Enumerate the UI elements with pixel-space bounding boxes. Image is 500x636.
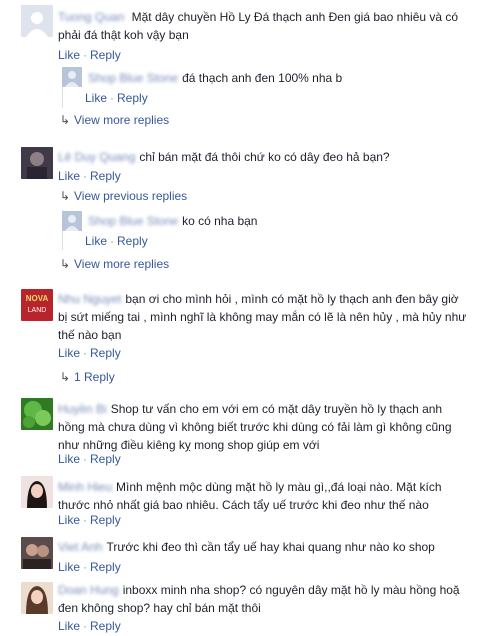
- view-previous-replies[interactable]: ↳ View previous replies: [60, 188, 187, 204]
- reply-link[interactable]: Reply: [90, 346, 121, 360]
- default-avatar-icon: [21, 5, 53, 37]
- reply-author[interactable]: Shop Blue Stone: [88, 71, 178, 85]
- comment-actions: Like · Reply: [58, 452, 121, 466]
- reply-arrow-icon: ↳: [60, 113, 71, 127]
- comment: Lê Duy Quang chỉ bán mặt đá thôi chứ ko c…: [0, 140, 500, 280]
- comment-actions: Like · Reply: [58, 513, 121, 527]
- user-photo-icon: [21, 476, 53, 508]
- avatar[interactable]: [62, 67, 82, 87]
- comment: Minh Hieu Mình mệnh mộc dùng mặt hồ ly mà…: [0, 470, 500, 530]
- land-logo: LAND: [27, 307, 47, 314]
- comment-author[interactable]: Viet Anh: [58, 540, 102, 554]
- comment: Tuong Quan Mặt dây chuyền Hồ Ly Đá thạch…: [0, 0, 500, 140]
- like-link[interactable]: Like: [58, 619, 80, 633]
- like-link[interactable]: Like: [85, 234, 107, 248]
- like-link[interactable]: Like: [58, 169, 80, 183]
- reply-author[interactable]: Shop Blue Stone: [88, 214, 178, 228]
- comment-actions: Like · Reply: [58, 619, 121, 633]
- avatar[interactable]: [21, 398, 53, 430]
- comment-text: Huyền Bi Shop tư vấn cho em với em có mặt…: [58, 402, 452, 452]
- avatar[interactable]: [21, 476, 53, 508]
- reply-arrow-icon: ↳: [60, 370, 71, 384]
- shop-avatar-icon: [62, 67, 82, 87]
- reply-text: Shop Blue Stone ko có nha bạn: [88, 214, 258, 228]
- comment-author[interactable]: Minh Hieu: [58, 480, 112, 494]
- shop-avatar-icon: [62, 211, 82, 231]
- avatar[interactable]: [21, 147, 53, 179]
- comment: Doan Hung inboxx minh nha shop? có nguyên…: [0, 576, 500, 636]
- reply-arrow-icon: ↳: [60, 257, 71, 271]
- like-link[interactable]: Like: [58, 452, 80, 466]
- reply-link[interactable]: Reply: [90, 48, 121, 62]
- like-link[interactable]: Like: [58, 560, 80, 574]
- reply-link[interactable]: Reply: [117, 234, 148, 248]
- like-link[interactable]: Like: [85, 91, 107, 105]
- comment-text: Lê Duy Quang chỉ bán mặt đá thôi chứ ko c…: [58, 150, 390, 164]
- avatar[interactable]: [21, 582, 53, 614]
- comment-text: Nhu Nguyet bạn ơi cho mình hỏi , mình có …: [58, 292, 467, 342]
- comment-text: Tuong Quan Mặt dây chuyền Hồ Ly Đá thạch…: [58, 10, 459, 42]
- reply-actions: Like · Reply: [85, 234, 148, 248]
- reply-arrow-icon: ↳: [60, 189, 71, 203]
- comment-author[interactable]: Doan Hung: [58, 583, 119, 597]
- user-photo-icon: [21, 147, 53, 179]
- comment-text: Viet Anh Trước khi đeo thì cần tẩy uế hay…: [58, 540, 435, 554]
- comment-actions: Like · Reply: [58, 346, 121, 360]
- nova-logo: NOVA: [25, 294, 49, 303]
- comment-author[interactable]: Nhu Nguyet: [58, 292, 121, 306]
- comment-author[interactable]: Lê Duy Quang: [58, 150, 135, 164]
- comment-author[interactable]: Tuong Quan: [58, 10, 124, 24]
- comment-author[interactable]: Huyền Bi: [58, 402, 107, 416]
- view-more-replies[interactable]: ↳ View more replies: [60, 256, 169, 272]
- reply-link[interactable]: Reply: [90, 560, 121, 574]
- comment-text: Doan Hung inboxx minh nha shop? có nguyên…: [58, 583, 460, 615]
- like-link[interactable]: Like: [58, 346, 80, 360]
- comment: Huyền Bi Shop tư vấn cho em với em có mặt…: [0, 392, 500, 466]
- reply-actions: Like · Reply: [85, 91, 148, 105]
- like-link[interactable]: Like: [58, 48, 80, 62]
- comment: NOVA LAND Nhu Nguyet bạn ơi cho mình hỏi …: [0, 282, 500, 388]
- reply-link[interactable]: Reply: [117, 91, 148, 105]
- avatar[interactable]: [21, 537, 53, 569]
- avatar[interactable]: NOVA LAND: [21, 289, 53, 321]
- user-photo-icon: [21, 537, 53, 569]
- reply-link[interactable]: Reply: [90, 513, 121, 527]
- avatar[interactable]: [62, 211, 82, 231]
- reply-link[interactable]: Reply: [90, 169, 121, 183]
- avatar[interactable]: [21, 5, 53, 37]
- user-photo-icon: [21, 582, 53, 614]
- reply-link[interactable]: Reply: [90, 619, 121, 633]
- comment-actions: Like · Reply: [58, 169, 121, 183]
- one-reply-link[interactable]: ↳ 1 Reply: [60, 369, 115, 385]
- comment-actions: Like · Reply: [58, 560, 121, 574]
- view-more-replies[interactable]: ↳ View more replies: [60, 112, 169, 128]
- comment-text: Minh Hieu Mình mệnh mộc dùng mặt hồ ly mà…: [58, 480, 442, 512]
- reply-text: Shop Blue Stone đá thạch anh đen 100% nha…: [88, 71, 343, 85]
- green-leaf-avatar-icon: [21, 398, 53, 430]
- like-link[interactable]: Like: [58, 513, 80, 527]
- comment: Viet Anh Trước khi đeo thì cần tẩy uế hay…: [0, 532, 500, 576]
- comment-actions: Like · Reply: [58, 48, 121, 62]
- reply-link[interactable]: Reply: [90, 452, 121, 466]
